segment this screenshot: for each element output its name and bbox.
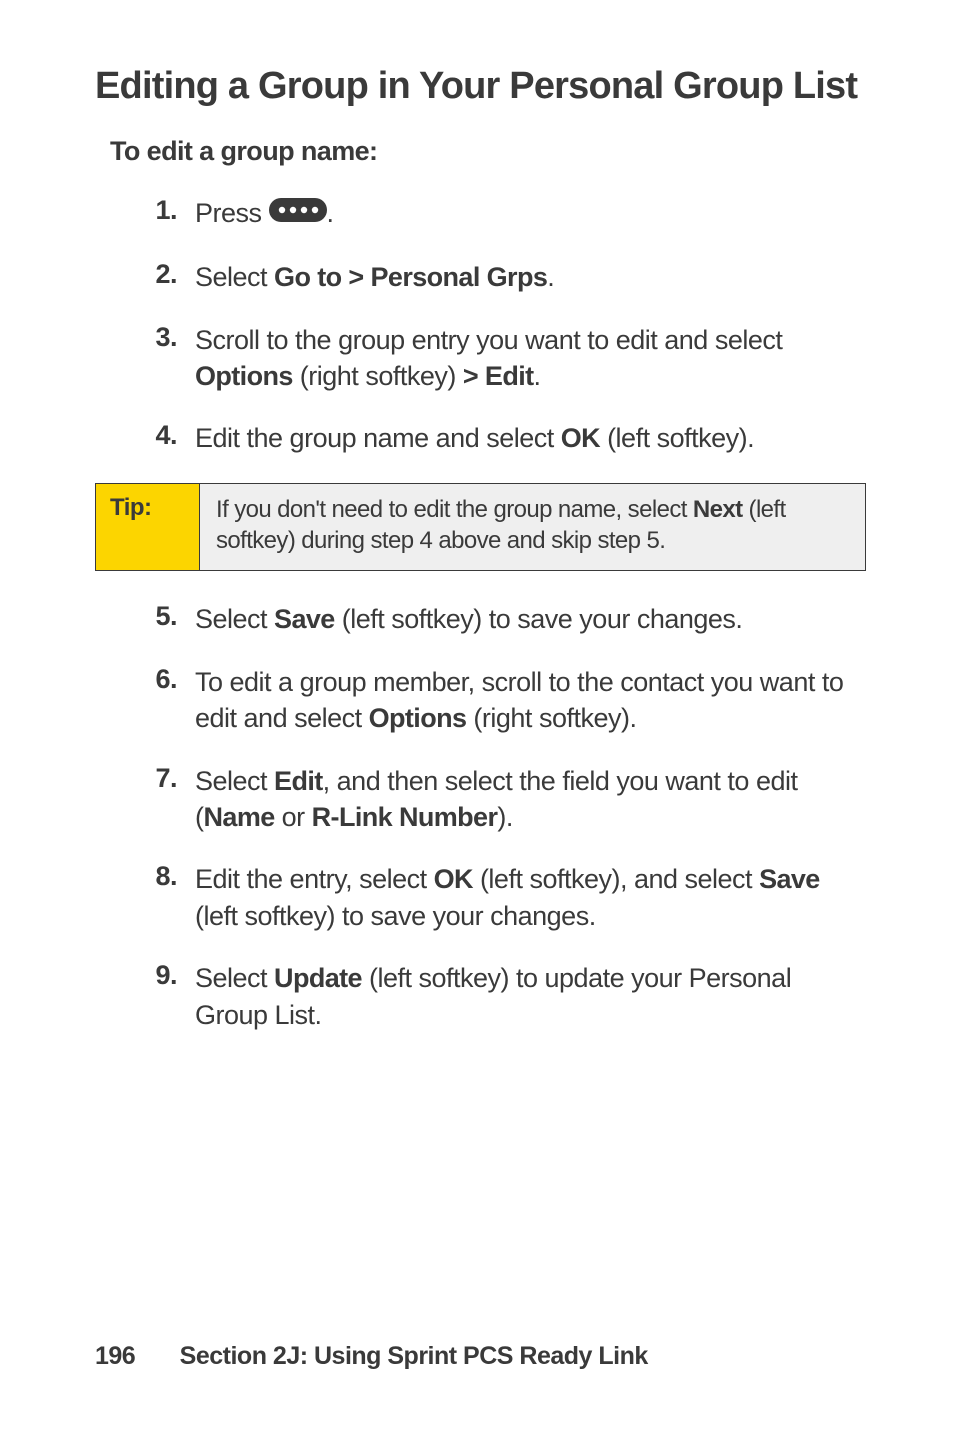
bold-text: > Edit <box>463 361 534 391</box>
step-item: 6.To edit a group member, scroll to the … <box>131 664 866 737</box>
step-number: 6. <box>131 664 195 695</box>
step-body: Select Update (left softkey) to update y… <box>195 960 866 1033</box>
four-dot-key-icon <box>269 195 327 231</box>
step-number: 1. <box>131 195 195 226</box>
bold-text: R-Link Number <box>312 802 498 832</box>
step-body: Edit the entry, select OK (left softkey)… <box>195 861 866 934</box>
tip-body: If you don't need to edit the group name… <box>200 484 865 570</box>
step-item: 8.Edit the entry, select OK (left softke… <box>131 861 866 934</box>
steps-list-b: 5.Select Save (left softkey) to save you… <box>95 601 866 1033</box>
page-footer: 196 Section 2J: Using Sprint PCS Ready L… <box>95 1342 648 1371</box>
bold-text: Name <box>204 802 275 832</box>
bold-text: Options <box>369 703 467 733</box>
step-number: 8. <box>131 861 195 892</box>
section-heading: Editing a Group in Your Personal Group L… <box>95 65 866 108</box>
step-item: 3.Scroll to the group entry you want to … <box>131 322 866 395</box>
bold-text: Save <box>274 604 335 634</box>
page: Editing a Group in Your Personal Group L… <box>0 0 954 1431</box>
step-body: Select Go to > Personal Grps. <box>195 259 866 295</box>
step-item: 1.Press . <box>131 195 866 233</box>
tip-label: Tip: <box>96 484 200 570</box>
tip-callout: Tip: If you don't need to edit the group… <box>95 483 866 571</box>
step-item: 7.Select Edit, and then select the field… <box>131 763 866 836</box>
step-number: 7. <box>131 763 195 794</box>
section-label: Section 2J: Using Sprint PCS Ready Link <box>180 1342 648 1370</box>
step-body: Press . <box>195 195 866 233</box>
step-body: Select Edit, and then select the field y… <box>195 763 866 836</box>
step-item: 4.Edit the group name and select OK (lef… <box>131 420 866 456</box>
step-body: Select Save (left softkey) to save your … <box>195 601 866 637</box>
step-body: Scroll to the group entry you want to ed… <box>195 322 866 395</box>
step-number: 4. <box>131 420 195 451</box>
bold-text: Edit <box>274 766 323 796</box>
steps-list-a: 1.Press .2.Select Go to > Personal Grps.… <box>95 195 866 457</box>
page-number: 196 <box>95 1342 135 1371</box>
step-item: 9.Select Update (left softkey) to update… <box>131 960 866 1033</box>
step-item: 5.Select Save (left softkey) to save you… <box>131 601 866 637</box>
bold-text: Update <box>274 963 362 993</box>
step-body: To edit a group member, scroll to the co… <box>195 664 866 737</box>
step-number: 2. <box>131 259 195 290</box>
step-item: 2.Select Go to > Personal Grps. <box>131 259 866 295</box>
step-number: 5. <box>131 601 195 632</box>
bold-text: OK <box>561 423 600 453</box>
subheading: To edit a group name: <box>110 136 866 167</box>
step-number: 9. <box>131 960 195 991</box>
step-number: 3. <box>131 322 195 353</box>
bold-text: Options <box>195 361 293 391</box>
step-body: Edit the group name and select OK (left … <box>195 420 866 456</box>
bold-text: Next <box>693 496 743 523</box>
bold-text: OK <box>434 864 473 894</box>
bold-text: Go to > Personal Grps <box>274 262 547 292</box>
bold-text: Save <box>759 864 820 894</box>
